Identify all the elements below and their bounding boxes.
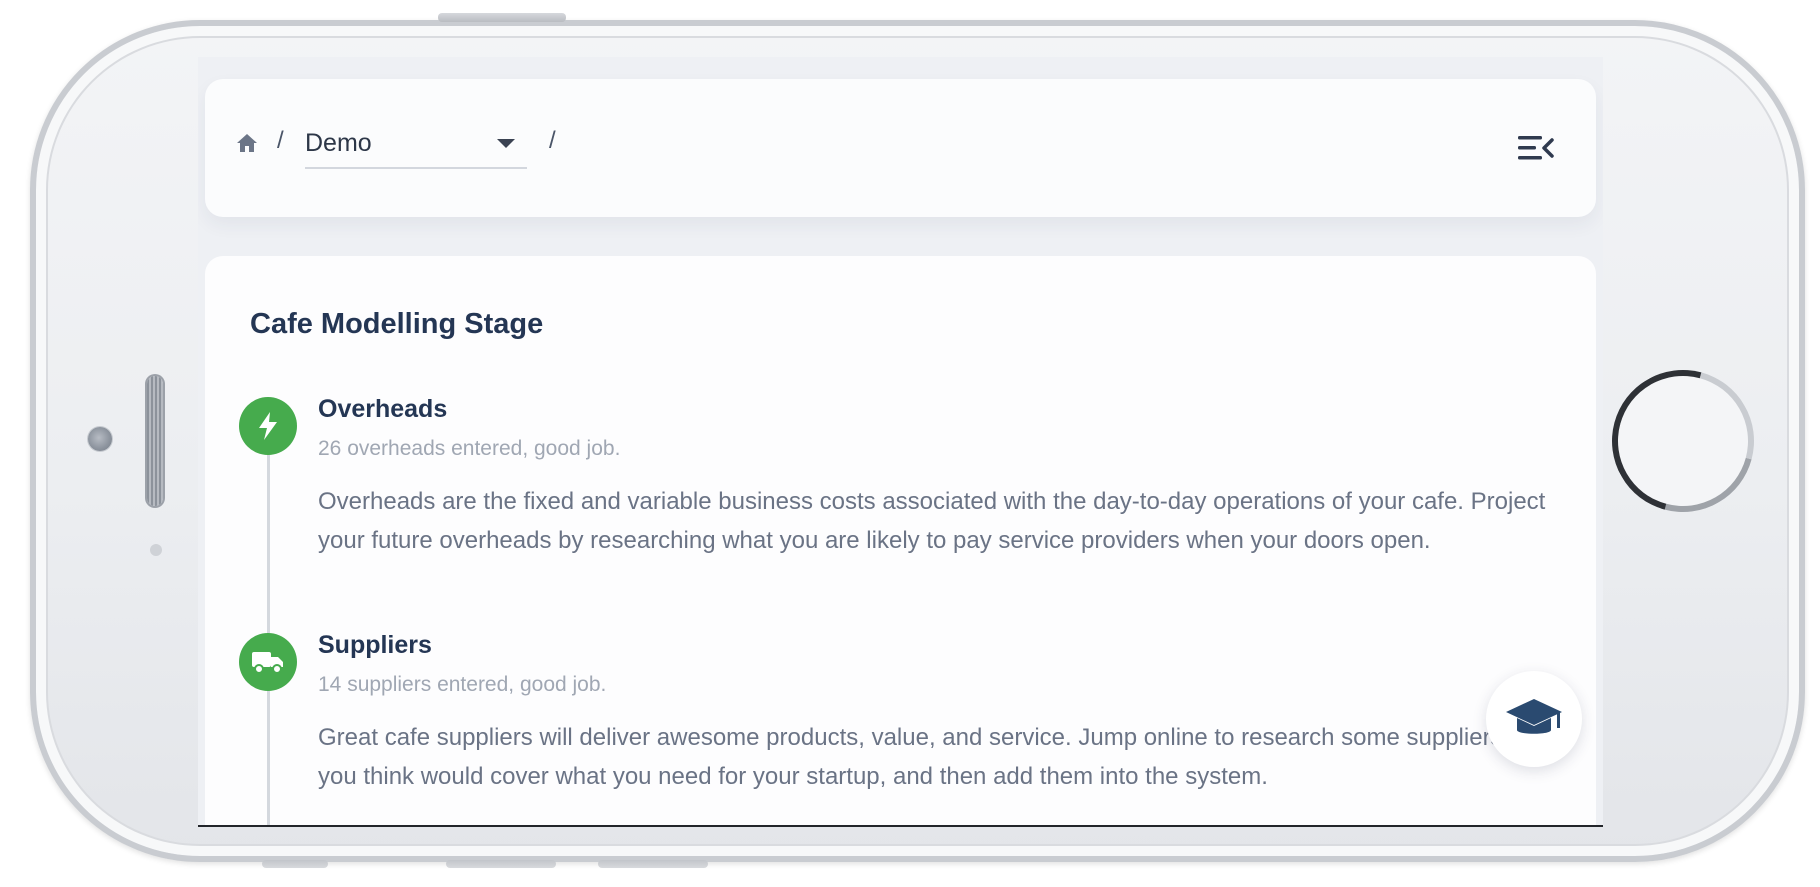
step-title-overheads[interactable]: Overheads	[318, 395, 447, 424]
step-status-suppliers: 14 suppliers entered, good job.	[318, 673, 607, 696]
step-status-overheads: 26 overheads entered, good job.	[318, 437, 621, 460]
help-button[interactable]	[1486, 671, 1582, 767]
lightning-icon	[259, 412, 277, 440]
front-camera	[88, 427, 112, 451]
step-title-suppliers[interactable]: Suppliers	[318, 631, 432, 660]
step-icon-overheads	[239, 397, 297, 455]
step-description-suppliers: Great cafe suppliers will deliver awesom…	[318, 724, 1550, 790]
earpiece-speaker	[147, 376, 163, 506]
phone-bottom-button-3	[598, 860, 708, 868]
phone-bottom-button-2	[446, 860, 556, 868]
truck-icon	[252, 652, 283, 674]
phone-bottom-button-1	[262, 860, 328, 868]
top-bar: / Demo /	[205, 79, 1596, 217]
breadcrumb-separator: /	[277, 127, 284, 154]
menu-collapse-icon[interactable]	[1518, 134, 1554, 162]
breadcrumb-separator-end: /	[549, 127, 556, 154]
step-icon-suppliers	[239, 633, 297, 691]
home-icon[interactable]	[235, 131, 259, 155]
app-screen: / Demo / Cafe Modelling Stage Overheads …	[198, 57, 1603, 827]
modelling-stage-card: Cafe Modelling Stage Overheads 26 overhe…	[205, 256, 1596, 825]
proximity-sensor	[150, 544, 162, 556]
step-description-overheads: Overheads are the fixed and variable bus…	[318, 488, 1546, 554]
chevron-down-icon	[497, 139, 515, 148]
timeline-line	[267, 426, 270, 825]
card-title: Cafe Modelling Stage	[250, 308, 544, 340]
project-select-value: Demo	[305, 129, 372, 157]
project-select[interactable]: Demo	[305, 117, 527, 169]
phone-top-button	[438, 13, 566, 22]
graduation-cap-icon	[1506, 699, 1562, 734]
